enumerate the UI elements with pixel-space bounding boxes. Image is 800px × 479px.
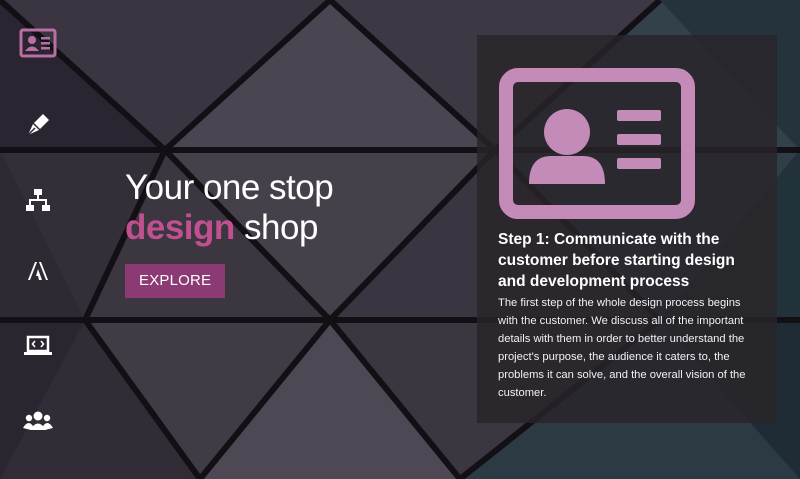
pen-nib-icon xyxy=(27,114,49,136)
sitemap-icon xyxy=(26,189,50,211)
hero-title-line1: Your one stop xyxy=(125,168,334,207)
explore-button[interactable]: EXPLORE xyxy=(125,264,226,298)
sidebar-item-laptop-code[interactable] xyxy=(16,328,60,364)
adobe-icon xyxy=(28,262,48,280)
laptop-code-icon xyxy=(24,335,52,355)
id-card-icon xyxy=(499,68,695,219)
users-icon xyxy=(23,411,53,430)
sidebar-item-id-card[interactable] xyxy=(16,25,60,61)
step-panel: Step 1: Communicate with the customer be… xyxy=(477,35,777,423)
panel-id-card-icon-wrap xyxy=(499,68,695,224)
id-card-icon xyxy=(19,28,57,58)
step-title: Step 1: Communicate with the customer be… xyxy=(498,231,735,290)
hero-title: Your one stop design shop xyxy=(125,168,455,248)
sidebar-item-users[interactable] xyxy=(16,403,60,439)
sidebar xyxy=(0,0,80,479)
sidebar-item-sitemap[interactable] xyxy=(16,182,60,218)
hero-title-accent: design xyxy=(125,208,235,247)
sidebar-item-pen[interactable] xyxy=(16,107,60,143)
hero-title-line2: shop xyxy=(234,208,318,247)
step-description: The first step of the whole design proce… xyxy=(498,297,746,399)
sidebar-item-adobe[interactable] xyxy=(16,253,60,289)
hero: Your one stop design shop EXPLORE xyxy=(125,168,455,298)
